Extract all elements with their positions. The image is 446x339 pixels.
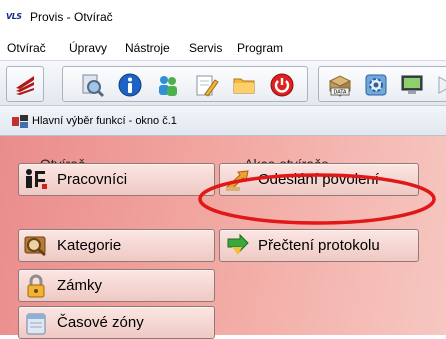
pencil-document-icon bbox=[196, 75, 219, 97]
function-panel: --- Otvírač --------------- --- Akce otv… bbox=[0, 136, 446, 339]
arrow-icon bbox=[438, 76, 446, 94]
settings-button[interactable] bbox=[361, 70, 391, 100]
menu-program[interactable]: Program bbox=[237, 41, 283, 55]
data-box-icon: DATA bbox=[328, 75, 352, 97]
power-icon bbox=[270, 73, 294, 97]
child-window-title: Hlavní výběr funkcí - okno č.1 bbox=[32, 115, 177, 127]
otvirac-logo-button[interactable] bbox=[10, 70, 40, 100]
precteni-protokolu-label: Přečtení protokolu bbox=[258, 237, 380, 254]
menu-servis[interactable]: Servis bbox=[189, 41, 222, 55]
power-button[interactable] bbox=[267, 70, 297, 100]
toolbar-group-3: DATA bbox=[318, 66, 446, 102]
menu-nastroje[interactable]: Nástroje bbox=[125, 41, 170, 55]
precteni-protokolu-button[interactable]: Přečtení protokolu bbox=[219, 229, 419, 262]
odeslani-povoleni-label: Odeslání povolení bbox=[258, 171, 379, 188]
padlock-icon bbox=[27, 274, 45, 298]
people-icon bbox=[159, 76, 177, 96]
kategorie-button[interactable]: Kategorie bbox=[18, 229, 215, 262]
pracovnici-label: Pracovníci bbox=[57, 171, 128, 188]
monitor-button[interactable] bbox=[397, 70, 427, 100]
app-logo-icon: VLS bbox=[6, 12, 22, 21]
casove-zony-button[interactable]: Časové zóny bbox=[18, 306, 215, 339]
child-window-titlebar: Hlavní výběr funkcí - okno č.1 bbox=[0, 106, 446, 136]
zamky-label: Zámky bbox=[57, 277, 102, 294]
info-icon bbox=[118, 73, 142, 97]
toolbar: DATA bbox=[0, 60, 446, 106]
window-title: Provis - Otvírač bbox=[30, 10, 113, 24]
people-button[interactable] bbox=[153, 70, 183, 100]
odeslani-povoleni-button[interactable]: Odeslání povolení bbox=[219, 163, 419, 196]
pracovnici-button[interactable]: Pracovníci bbox=[18, 163, 215, 196]
settings-gear-icon bbox=[365, 74, 387, 96]
toolbar-group-2 bbox=[62, 66, 308, 102]
info-button[interactable] bbox=[115, 70, 145, 100]
arrow-button[interactable] bbox=[431, 70, 446, 100]
receive-arrow-icon bbox=[227, 233, 249, 255]
casove-zony-label: Časové zóny bbox=[57, 314, 144, 331]
search-magnifier-icon bbox=[82, 74, 105, 98]
otvirac-logo-icon bbox=[16, 76, 34, 95]
toolbar-group-1 bbox=[6, 66, 44, 102]
zamky-button[interactable]: Zámky bbox=[18, 269, 215, 302]
svg-text:DATA: DATA bbox=[334, 90, 347, 96]
window-titlebar: VLS Provis - Otvírač bbox=[0, 0, 446, 36]
kategorie-label: Kategorie bbox=[57, 237, 122, 254]
folder-button[interactable] bbox=[229, 70, 259, 100]
function-window-icon bbox=[12, 115, 28, 128]
edit-document-button[interactable] bbox=[191, 70, 221, 100]
monitor-icon bbox=[401, 75, 423, 94]
folder-icon bbox=[233, 78, 255, 94]
data-button[interactable]: DATA bbox=[325, 70, 355, 100]
menu-bar: Otvírač Úpravy Nástroje Servis Program bbox=[0, 36, 446, 60]
menu-upravy[interactable]: Úpravy bbox=[69, 41, 107, 55]
category-search-icon bbox=[24, 236, 46, 257]
send-arrow-icon bbox=[226, 170, 249, 191]
search-button[interactable] bbox=[77, 70, 107, 100]
person-tree-icon bbox=[26, 169, 47, 189]
menu-otvirac[interactable]: Otvírač bbox=[7, 41, 46, 55]
calendar-icon bbox=[26, 313, 46, 335]
